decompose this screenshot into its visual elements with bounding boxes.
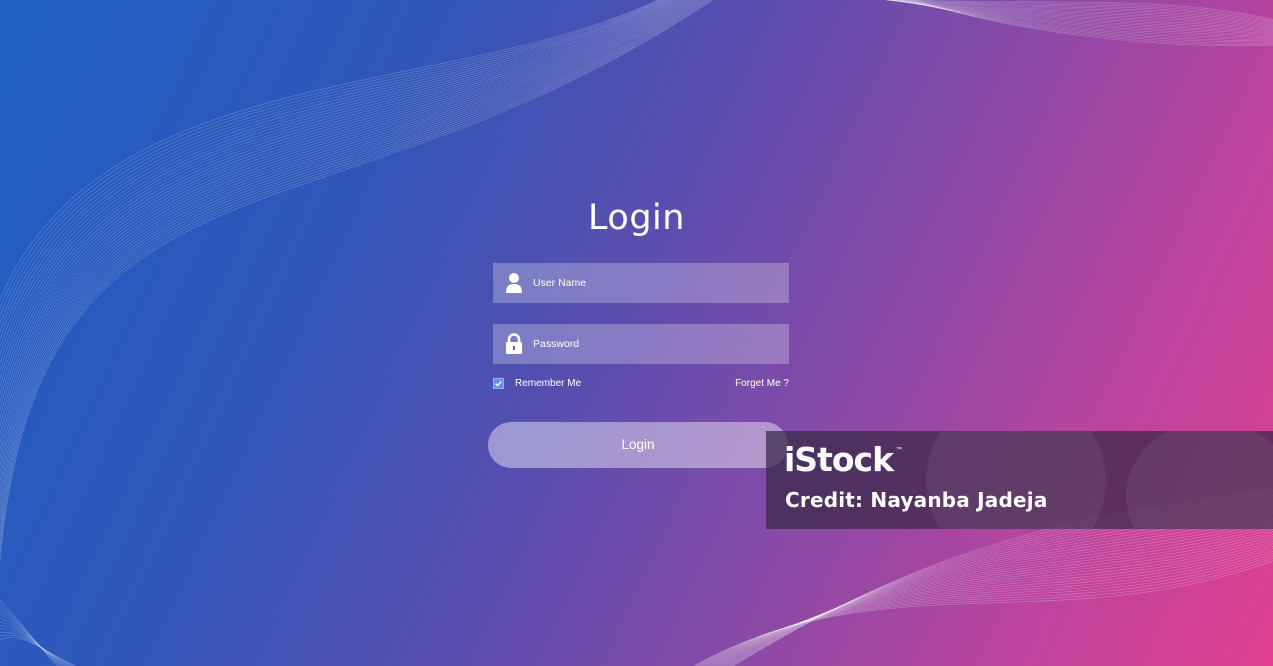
wave-line [891, 0, 1273, 35]
password-field[interactable] [493, 324, 789, 364]
login-button[interactable]: Login [488, 422, 788, 468]
istock-trademark: ™ [896, 447, 902, 453]
lock-icon [506, 333, 522, 354]
wave-line [914, 0, 1273, 47]
remember-me-label[interactable]: Remember Me [515, 378, 581, 389]
wave-line [885, 0, 1273, 30]
username-input[interactable] [533, 263, 783, 303]
wave-line [698, 550, 1273, 666]
wave-line [0, 625, 70, 666]
forget-link[interactable]: Forget Me ? [735, 378, 789, 389]
wave-line [0, 621, 69, 666]
istock-watermark: iStock ™ Credit: Nayanba Jadeja [766, 431, 1273, 529]
wave-line [896, 0, 1273, 38]
wave-line [0, 0, 674, 371]
wave-line [697, 553, 1273, 666]
wave-line [723, 506, 1273, 666]
wave-line [708, 533, 1273, 666]
wave-line [693, 560, 1273, 666]
form-options-row: Remember Me Forget Me ? [493, 377, 789, 391]
wave-line [0, 0, 675, 379]
wave-line [0, 610, 64, 666]
wave-line [912, 0, 1273, 45]
checkmark-icon [495, 380, 502, 387]
wave-line [716, 519, 1273, 666]
wave-line [0, 614, 65, 666]
wave-line [0, 628, 72, 666]
wave-line [884, 0, 1273, 28]
wave-line [702, 543, 1273, 666]
wave-line [705, 538, 1273, 666]
password-input[interactable] [533, 324, 783, 364]
wave-line [885, 0, 1273, 25]
wave-line [0, 0, 661, 308]
wave-line [885, 0, 1273, 26]
wave-line [884, 0, 1273, 29]
wave-line [714, 521, 1273, 666]
wave-line [0, 631, 74, 666]
wave-line [905, 0, 1273, 42]
wave-line [906, 0, 1273, 20]
wave-line [695, 555, 1273, 666]
wave-line [902, 0, 1273, 41]
wave-line [709, 531, 1273, 666]
wave-line [892, 0, 1273, 36]
wave-line [704, 540, 1273, 666]
wave-line [889, 0, 1273, 34]
wave-line [0, 0, 672, 364]
wave-line [898, 0, 1273, 39]
wave-line [0, 617, 67, 666]
wave-line [886, 0, 1273, 31]
wave-line [0, 599, 59, 666]
wave-line [0, 0, 697, 482]
wave-line [0, 607, 62, 666]
wave-line [888, 0, 1273, 33]
wave-line [699, 548, 1273, 666]
watermark-decoration [1126, 431, 1273, 529]
wave-line [719, 514, 1273, 666]
remember-me-checkbox[interactable] [493, 378, 504, 389]
wave-line [886, 0, 1273, 24]
wave-line [713, 523, 1273, 666]
wave-line [0, 603, 60, 666]
wave-line [894, 0, 1273, 37]
wave-line [0, 0, 698, 490]
watermark-credit: Credit: Nayanba Jadeja [785, 488, 1048, 512]
wave-line [720, 511, 1273, 666]
wave-line [710, 528, 1273, 666]
wave-line [886, 0, 1273, 32]
wave-line [897, 0, 1273, 21]
username-field[interactable] [493, 263, 789, 303]
wave-line [0, 637, 77, 666]
wave-line [900, 0, 1273, 40]
wave-line [889, 0, 1273, 23]
wave-line [0, 634, 75, 666]
wave-line [694, 557, 1273, 666]
watermark-decoration [926, 431, 1106, 529]
user-icon [506, 273, 522, 293]
wave-line [712, 526, 1273, 666]
istock-logo: iStock [784, 440, 894, 479]
wave-line [721, 509, 1273, 666]
login-title: Login [588, 198, 685, 238]
wave-line [0, 0, 659, 301]
wave-line [717, 516, 1273, 666]
wave-line [909, 0, 1273, 44]
wave-line [893, 0, 1273, 22]
wave-line [907, 0, 1273, 43]
wave-line [701, 545, 1273, 666]
wave-line [706, 536, 1273, 666]
